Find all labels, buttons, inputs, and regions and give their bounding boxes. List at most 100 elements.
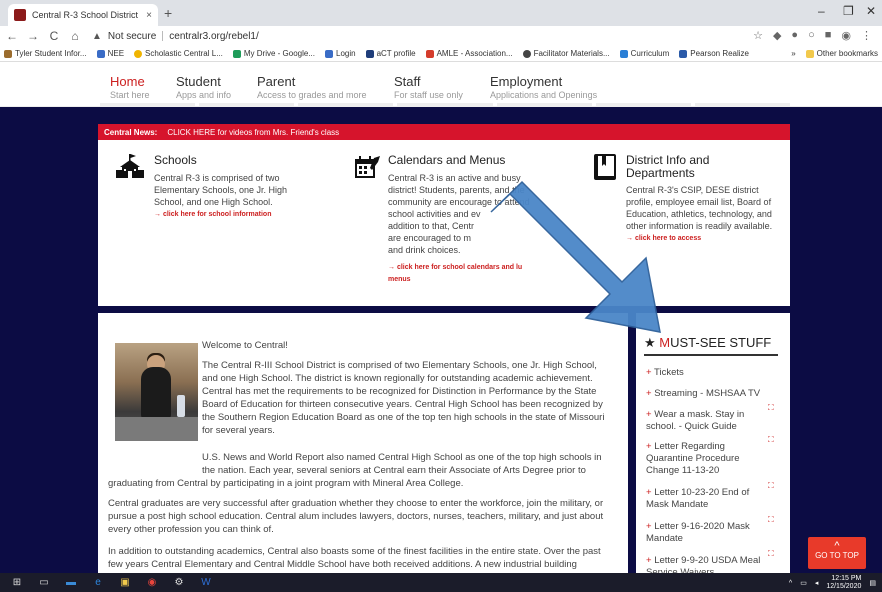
welcome-paragraph-2: U.S. News and World Report also named Ce… [202, 452, 602, 476]
new-tab-button[interactable]: + [164, 5, 172, 21]
pdf-icon: ⛶ [768, 481, 774, 490]
bookmark-star-icon[interactable]: ☆ [753, 29, 763, 42]
nav-home[interactable]: Home Start here [110, 75, 150, 101]
must-see-link[interactable]: + Letter Regarding Quarantine Procedure … [646, 441, 766, 477]
web-page: Home Start here Student Apps and info Pa… [0, 63, 882, 573]
bookmark-item[interactable]: aCT profile [365, 49, 416, 58]
minimize-icon[interactable]: – [818, 4, 825, 18]
bookmark-icon [425, 49, 434, 58]
news-link[interactable]: CLICK HERE for videos from Mrs. Friend's… [167, 128, 339, 137]
bookmark-item[interactable]: NEE [96, 49, 124, 58]
bookmark-item[interactable]: Facilitator Materials... [522, 49, 610, 58]
bookmark-icon [325, 49, 333, 58]
reload-icon[interactable]: C [45, 29, 63, 43]
bookmark-item[interactable]: Curriculum [619, 49, 669, 58]
clock[interactable]: 12:15 PM 12/15/2020 [826, 575, 861, 591]
bookmarks-overflow[interactable]: » [791, 49, 795, 58]
network-icon[interactable]: ▭ [800, 579, 807, 587]
volume-icon[interactable]: ◂ [815, 579, 819, 587]
store-icon[interactable]: ▣ [118, 577, 132, 589]
url-text[interactable]: centralr3.org/rebel1/ [169, 31, 259, 42]
notifications-icon[interactable]: ▤ [869, 579, 876, 587]
welcome-heading: Welcome to Central! [202, 340, 288, 351]
browser-tab[interactable]: Central R-3 School District - Hor × [8, 4, 158, 26]
tab-title: Central R-3 School District - Hor [32, 10, 140, 20]
must-see-link[interactable]: + Wear a mask. Stay in school. - Quick G… [646, 409, 766, 433]
bookmark-icon [96, 49, 105, 58]
url-separator [162, 31, 164, 41]
schools-link[interactable]: → click here for school information [154, 210, 324, 220]
calendars-link-2[interactable]: menus [388, 275, 548, 285]
file-explorer-icon[interactable]: ▬ [64, 577, 78, 589]
settings-gear-icon[interactable]: ⚙ [172, 577, 186, 589]
calendars-line: Central R-3 is an active and busy [388, 173, 521, 183]
menu-icon[interactable]: ⋮ [861, 29, 872, 42]
edge-icon[interactable]: e [91, 577, 105, 589]
pdf-icon: ⛶ [768, 515, 774, 524]
district-title: District Info and Departments [626, 153, 710, 180]
windows-start-icon[interactable]: ⊞ [10, 577, 24, 589]
bookmark-item[interactable]: Scholastic Central L... [134, 49, 223, 58]
news-bar[interactable]: Central News: CLICK HERE for videos from… [98, 124, 790, 140]
bookmark-icon [134, 49, 143, 58]
task-view-icon[interactable]: ▭ [37, 577, 51, 589]
site-navigation: Home Start here Student Apps and info Pa… [0, 63, 882, 107]
calendars-line: addition to that, Centr [388, 221, 475, 231]
info-card: Schools Central R-3 is comprised of two … [98, 140, 790, 306]
chevron-up-icon[interactable]: ^ [789, 580, 792, 587]
must-see-link[interactable]: + Letter 9-9-20 USDA Meal Service Waiver… [646, 555, 766, 573]
extension-icon[interactable]: ● [791, 29, 798, 42]
bookmark-icon [679, 49, 688, 58]
google-drive-icon [232, 49, 241, 58]
extension-icon[interactable]: ◆ [773, 29, 781, 42]
bookmark-icon [522, 49, 531, 58]
restore-icon[interactable]: ❐ [843, 4, 854, 18]
calendars-line: are encouraged to m [388, 233, 472, 243]
tab-close-icon[interactable]: × [146, 10, 152, 21]
word-icon[interactable]: W [199, 577, 213, 589]
welcome-paragraph-4: In addition to outstanding academics, Ce… [108, 546, 601, 570]
bookmark-icon [4, 49, 12, 58]
bookmark-item[interactable]: My Drive - Google... [232, 49, 315, 58]
schools-text: Central R-3 is comprised of two Elementa… [154, 173, 288, 207]
must-see-sidebar: ★ MUST-SEE STUFF + Tickets + Streaming -… [636, 313, 790, 573]
home-icon[interactable]: ⌂ [66, 29, 84, 43]
district-link[interactable]: → click here to access [626, 234, 786, 244]
calendars-line: school activities and ev [388, 209, 481, 219]
welcome-paragraph-2b: graduating from Central by participating… [108, 478, 464, 489]
welcome-card: Welcome to Central! The Central R-III Sc… [98, 313, 628, 573]
forward-icon[interactable]: → [24, 29, 42, 43]
school-building-icon [116, 154, 144, 178]
book-icon [594, 154, 616, 180]
bookmark-item[interactable]: Login [325, 49, 356, 58]
calendar-icon [355, 156, 380, 178]
profile-avatar-icon[interactable]: ◉ [841, 29, 851, 42]
folder-icon [805, 49, 814, 58]
bookmarks-bar: Tyler Student Infor... NEE Scholastic Ce… [0, 46, 882, 62]
extension-icon[interactable]: ○ [808, 29, 815, 42]
bookmark-item[interactable]: AMLE - Association... [425, 49, 513, 58]
welcome-paragraph-1: The Central R-III School District is com… [202, 360, 605, 436]
calendars-link[interactable]: → click here for school calendars and lu [388, 263, 548, 273]
bookmark-item[interactable]: Tyler Student Infor... [4, 49, 87, 58]
extension-icon[interactable]: ■ [825, 29, 832, 42]
nav-student[interactable]: Student Apps and info [176, 75, 231, 101]
nav-employment[interactable]: Employment Applications and Openings [490, 75, 597, 101]
bookmark-item[interactable]: Pearson Realize [679, 49, 749, 58]
pdf-icon: ⛶ [768, 549, 774, 558]
nav-underline [100, 103, 790, 107]
nav-parent[interactable]: Parent Access to grades and more [257, 75, 367, 101]
pdf-icon: ⛶ [768, 403, 774, 412]
back-icon[interactable]: ← [3, 29, 21, 43]
chrome-icon[interactable]: ◉ [145, 577, 159, 589]
must-see-link[interactable]: + Tickets [646, 367, 766, 379]
must-see-link[interactable]: + Letter 9-16-2020 Mask Mandate [646, 521, 766, 545]
close-window-icon[interactable]: ✕ [866, 4, 876, 18]
go-to-top-button[interactable]: ^ GO TO TOP [808, 537, 866, 569]
must-see-link[interactable]: + Streaming - MSHSAA TV [646, 388, 766, 400]
nav-staff[interactable]: Staff For staff use only [394, 75, 463, 101]
system-tray: ^ ▭ ◂ 12:15 PM 12/15/2020 ▤ [789, 575, 876, 591]
address-bar[interactable]: ▲ Not secure centralr3.org/rebel1/ [92, 28, 712, 44]
other-bookmarks[interactable]: Other bookmarks [805, 49, 882, 58]
must-see-link[interactable]: + Letter 10-23-20 End of Mask Mandate [646, 487, 766, 511]
